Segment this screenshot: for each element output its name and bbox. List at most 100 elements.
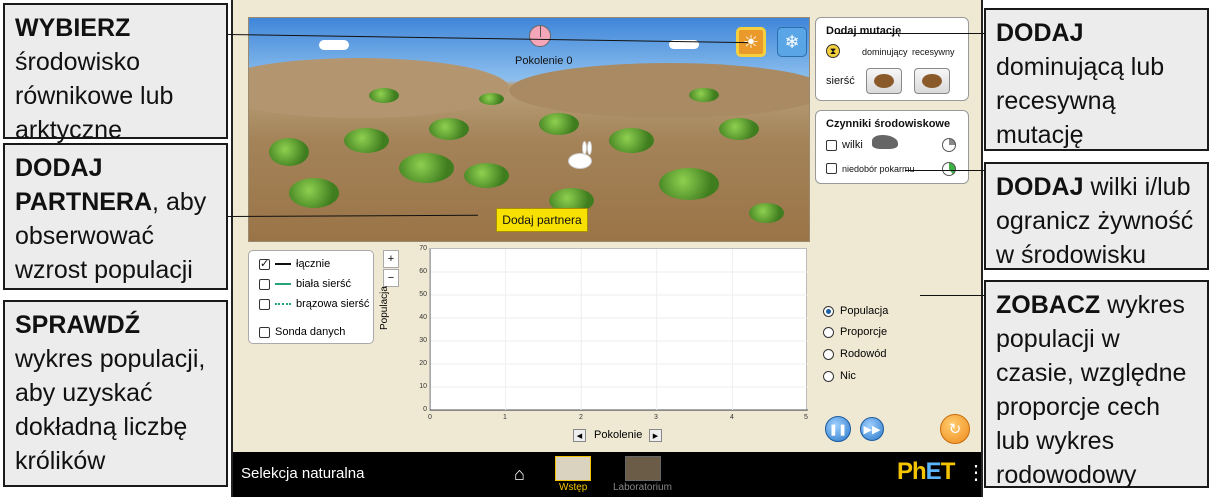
callout-strong: DODAJ (996, 19, 1084, 47)
recessive-fur-mutation-button[interactable] (914, 68, 950, 94)
y-tick: 20 (419, 360, 427, 367)
intro-screen-label[interactable]: Wstęp (559, 482, 587, 493)
callout-text: środowisko równikowe lub arktyczne (15, 48, 174, 144)
shrub (289, 178, 339, 208)
shrub (344, 128, 389, 153)
scroll-right-button[interactable]: ▶ (649, 429, 662, 442)
x-tick: 4 (730, 414, 734, 421)
dominant-label: dominujący (862, 47, 908, 57)
legend-row-total[interactable]: łącznie (259, 257, 330, 271)
legend-row-probe[interactable]: Sonda danych (259, 325, 345, 339)
data-probe-checkbox[interactable] (259, 326, 270, 338)
pedigree-radio-label: Rodowód (840, 348, 887, 360)
view-option-proportions[interactable]: Proporcje (823, 326, 887, 338)
bunny-ear (587, 141, 592, 155)
callout-strong: PARTNERA (15, 188, 153, 216)
legend-row-white[interactable]: biała sierść (259, 277, 351, 291)
callout-view-graphs: ZOBACZ wykres populacji w czasie, względ… (984, 280, 1209, 489)
lab-screen-label[interactable]: Laboratorium (613, 482, 672, 493)
callout-strong: DODAJ (996, 173, 1084, 201)
white-fur-checkbox[interactable] (259, 278, 270, 290)
shrub (479, 93, 504, 105)
zoom-out-button[interactable]: − (383, 269, 399, 287)
scroll-left-button[interactable]: ◀ (573, 429, 586, 442)
sim-title: Selekcja naturalna (241, 465, 365, 482)
view-option-none[interactable]: Nic (823, 370, 856, 382)
view-option-pedigree[interactable]: Rodowód (823, 348, 886, 360)
menu-icon[interactable]: ⋮ (966, 460, 986, 485)
y-tick: 30 (419, 337, 427, 344)
shrub (689, 88, 719, 102)
shrub (369, 88, 399, 103)
timer-pie-icon (942, 138, 956, 152)
add-mutation-panel: Dodaj mutację ⧗ dominujący recesywny sie… (815, 17, 969, 101)
environment-scene: Pokolenie 0 ☀ ❄ Dodaj partnera (248, 17, 810, 242)
view-option-population[interactable]: Populacja (823, 305, 888, 317)
shrub (749, 203, 784, 223)
y-axis-label: Populacja (379, 286, 390, 330)
callout-strong: DODAJ (15, 154, 103, 182)
pause-icon: ❚❚ (828, 423, 848, 436)
mutation-panel-title: Dodaj mutację (826, 25, 902, 37)
wolves-label: wilki (842, 139, 863, 151)
pause-button[interactable]: ❚❚ (825, 416, 851, 442)
fur-label: sierść (826, 75, 855, 87)
callout-check-graph: SPRAWDŹ wykres populacji, aby uzyskać do… (3, 300, 228, 487)
dominant-fur-mutation-button[interactable] (866, 68, 902, 94)
x-tick: 1 (503, 414, 507, 421)
callout-add-mate: DODAJ PARTNERA, aby obserwować wzrost po… (3, 143, 228, 290)
callout-strong: ZOBACZ (996, 291, 1101, 319)
shrub (429, 118, 469, 140)
pedigree-radio[interactable] (823, 348, 834, 360)
reset-all-button[interactable]: ↻ (940, 414, 970, 444)
fast-forward-icon: ▶▶ (863, 423, 881, 436)
brown-fur-icon (874, 74, 894, 88)
limited-food-label: niedobór pokarmu (842, 164, 915, 174)
zoom-in-button[interactable]: + (383, 250, 399, 268)
brown-line-icon (275, 303, 291, 305)
reset-icon: ↻ (948, 421, 962, 438)
x-tick: 3 (654, 414, 658, 421)
x-axis-label: Pokolenie (594, 429, 643, 441)
wolves-checkbox[interactable] (826, 140, 837, 151)
population-radio[interactable] (823, 305, 834, 317)
y-tick: 40 (419, 314, 427, 321)
total-line-icon (275, 263, 291, 265)
legend-row-brown[interactable]: brązowa sierść (259, 297, 369, 311)
phet-logo[interactable]: PhET (897, 458, 955, 486)
proportions-radio[interactable] (823, 326, 834, 338)
y-tick: 10 (419, 383, 427, 390)
y-tick: 50 (419, 291, 427, 298)
shrub (269, 138, 309, 166)
intro-screen-icon[interactable] (555, 456, 591, 481)
leader-line (835, 33, 985, 34)
x-tick: 5 (804, 414, 808, 421)
cloud (319, 40, 349, 50)
fast-forward-button[interactable]: ▶▶ (860, 417, 884, 441)
bunny[interactable] (566, 141, 596, 171)
arctic-environment-button[interactable]: ❄ (777, 27, 807, 57)
limited-food-checkbox[interactable] (826, 163, 837, 174)
hourglass-icon: ⧗ (826, 44, 840, 58)
callout-text: wykres populacji w czasie, względne prop… (996, 291, 1187, 489)
proportions-radio-label: Proporcje (840, 326, 888, 338)
shrub (464, 163, 509, 188)
lab-screen-icon[interactable] (625, 456, 661, 481)
generation-label: Pokolenie 0 (515, 55, 573, 67)
white-line-icon (275, 283, 291, 285)
graph-grid (429, 249, 808, 411)
snowflake-icon: ❄ (784, 31, 800, 52)
leader-line (905, 170, 985, 171)
data-probe-label: Sonda danych (275, 326, 346, 338)
home-icon[interactable]: ⌂ (514, 464, 525, 485)
shrub (659, 168, 719, 200)
none-radio[interactable] (823, 370, 834, 382)
add-mate-button[interactable]: Dodaj partnera (496, 208, 588, 232)
total-checkbox[interactable] (259, 257, 270, 270)
brown-fur-checkbox[interactable] (259, 298, 270, 310)
wolf-icon (872, 135, 898, 149)
callout-text: dominującą lub recesywną mutację (996, 53, 1165, 149)
y-tick: 0 (423, 406, 427, 413)
simulation-frame: Pokolenie 0 ☀ ❄ Dodaj partnera Dodaj mut… (231, 0, 986, 497)
shrub (719, 118, 759, 140)
